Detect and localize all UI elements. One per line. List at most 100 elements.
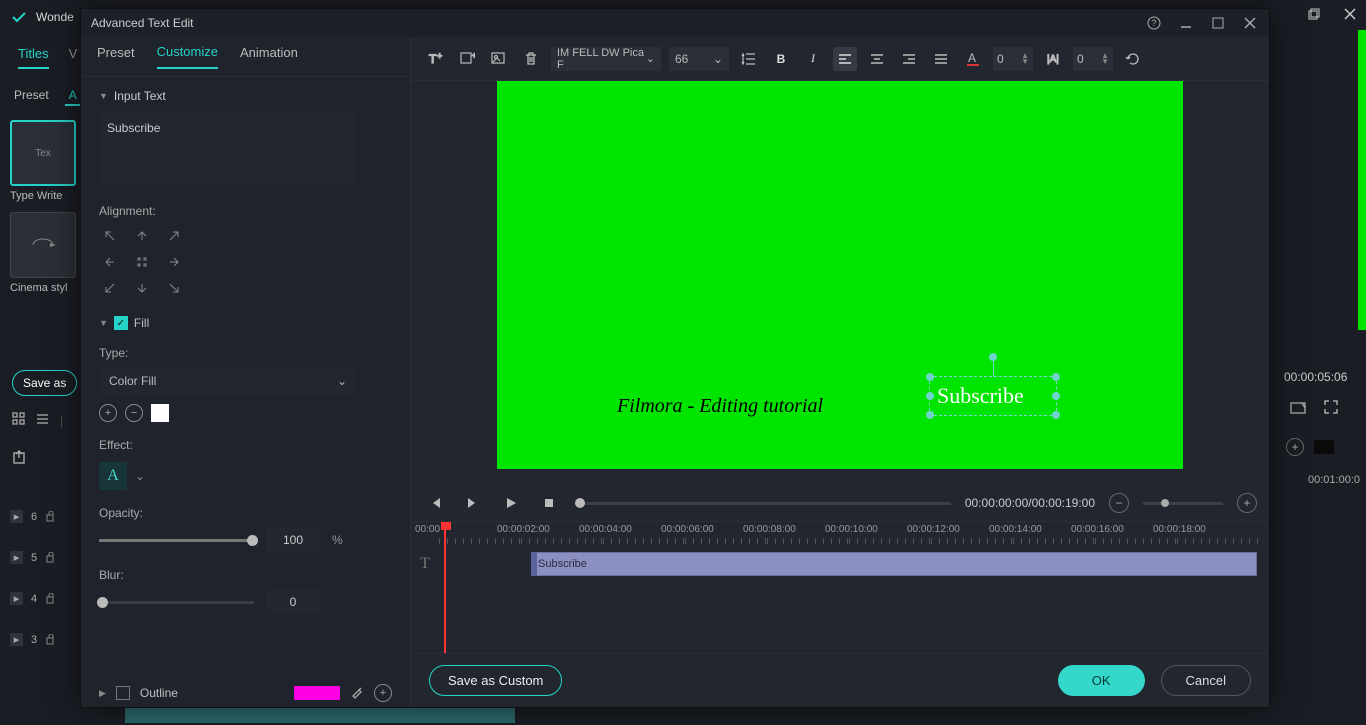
export-icon[interactable] — [12, 449, 28, 468]
save-as-custom-button-bg[interactable]: Save as — [12, 370, 77, 396]
opacity-slider[interactable] — [99, 539, 254, 542]
delete-icon[interactable] — [519, 47, 543, 71]
blur-slider[interactable] — [99, 601, 254, 604]
bold-icon[interactable]: B — [769, 47, 793, 71]
canvas-text-1[interactable]: Filmora - Editing tutorial — [617, 395, 823, 418]
scrub-bar[interactable] — [575, 502, 951, 505]
close-icon[interactable] — [1241, 14, 1259, 32]
thumb-cinema[interactable] — [10, 212, 76, 278]
input-text-area[interactable] — [99, 113, 357, 185]
eyedropper-icon[interactable] — [350, 685, 364, 702]
thumb-dark — [1314, 440, 1334, 454]
italic-icon[interactable]: I — [801, 47, 825, 71]
save-as-custom-button[interactable]: Save as Custom — [429, 665, 562, 696]
minimize-icon[interactable] — [1177, 14, 1195, 32]
step-forward-icon[interactable] — [461, 491, 485, 515]
letter-width-icon[interactable]: |A| — [1041, 47, 1065, 71]
subtab-a[interactable]: A — [65, 86, 81, 106]
opacity-label: Opacity: — [99, 506, 392, 520]
subtab-preset[interactable]: Preset — [10, 86, 53, 106]
thumb-typewriter[interactable]: Tex — [10, 120, 76, 186]
inspector-tab-preset[interactable]: Preset — [97, 45, 135, 68]
restore-window-icon[interactable] — [1304, 4, 1324, 24]
maximize-icon[interactable] — [1209, 14, 1227, 32]
outline-color-swatch[interactable] — [294, 686, 340, 700]
fill-type-select[interactable]: Color Fill ⌄ — [99, 368, 357, 394]
align-right-icon[interactable] — [897, 47, 921, 71]
align-l-icon[interactable] — [99, 252, 121, 272]
align-t-icon[interactable] — [131, 226, 153, 246]
timeline-clip-teal[interactable] — [125, 707, 515, 723]
effect-preset-chip[interactable]: A — [99, 462, 127, 490]
step-back-icon[interactable] — [423, 491, 447, 515]
add-outline-icon[interactable]: + — [374, 684, 392, 702]
stop-icon[interactable] — [537, 491, 561, 515]
char-spacing-spinner[interactable]: 0▲▼ — [993, 47, 1033, 71]
add-color-icon[interactable]: + — [99, 404, 117, 422]
align-b-icon[interactable] — [131, 278, 153, 298]
fullscreen-icon[interactable] — [1324, 400, 1338, 417]
align-tr-icon[interactable] — [163, 226, 185, 246]
text-color-icon[interactable]: A — [961, 47, 985, 71]
inspector-tab-animation[interactable]: Animation — [240, 45, 298, 68]
opacity-value[interactable]: 100 — [266, 528, 320, 552]
preview-strip — [1358, 30, 1366, 330]
opacity-unit: % — [332, 533, 343, 547]
track-3[interactable]: ▸3 — [10, 633, 56, 646]
play-icon[interactable] — [499, 491, 523, 515]
track-5[interactable]: ▸5 — [10, 551, 56, 564]
track-6[interactable]: ▸6 — [10, 510, 56, 523]
chevron-down-icon: ⌄ — [337, 374, 347, 388]
align-br-icon[interactable] — [163, 278, 185, 298]
font-size-select[interactable]: 66⌄ — [669, 47, 729, 71]
zoom-out-icon[interactable]: − — [1109, 493, 1129, 513]
help-icon[interactable]: ? — [1145, 14, 1163, 32]
text-track-icon: T — [415, 554, 435, 574]
track-4[interactable]: ▸4 — [10, 592, 56, 605]
rotation-spinner[interactable]: 0▲▼ — [1073, 47, 1113, 71]
list-view-icon[interactable] — [36, 412, 50, 429]
align-r-icon[interactable] — [163, 252, 185, 272]
dialog-title: Advanced Text Edit — [91, 16, 194, 30]
add-image-icon[interactable] — [487, 47, 511, 71]
chevron-down-icon[interactable]: ⌄ — [135, 469, 145, 483]
add-box-icon[interactable]: + — [455, 47, 479, 71]
clip-edge[interactable] — [531, 552, 537, 576]
close-window-icon[interactable] — [1340, 4, 1360, 24]
add-text-icon[interactable]: T+ — [423, 47, 447, 71]
snapshot-icon[interactable] — [1290, 400, 1306, 417]
line-spacing-icon[interactable] — [737, 47, 761, 71]
timecode-display: 00:00:05:06 — [1284, 370, 1347, 384]
playbar-time: 00:00:00:00/00:00:19:00 — [965, 496, 1095, 510]
remove-color-icon[interactable]: − — [125, 404, 143, 422]
align-bl-icon[interactable] — [99, 278, 121, 298]
outline-checkbox[interactable] — [116, 686, 130, 700]
tab-partial[interactable]: V — [69, 46, 78, 69]
color-swatch[interactable] — [151, 404, 169, 422]
align-justify-icon[interactable] — [929, 47, 953, 71]
align-tl-icon[interactable] — [99, 226, 121, 246]
grid-view-icon[interactable] — [12, 412, 26, 429]
cancel-button[interactable]: Cancel — [1161, 665, 1251, 696]
refresh-icon[interactable] — [1121, 47, 1145, 71]
font-select[interactable]: IM FELL DW Pica F⌄ — [551, 47, 661, 71]
zoom-slider[interactable] — [1143, 502, 1223, 505]
tab-titles[interactable]: Titles — [18, 46, 49, 69]
ok-button[interactable]: OK — [1058, 665, 1145, 696]
zoom-in-right-icon[interactable]: + — [1286, 438, 1304, 456]
mini-clip[interactable]: Subscribe — [531, 552, 1257, 576]
mini-ruler[interactable]: 00:00 00:00:02:00 00:00:04:00 00:00:06:0… — [439, 522, 1259, 546]
preview-canvas[interactable]: Filmora - Editing tutorial Subscribe — [497, 81, 1183, 469]
canvas-selected-text[interactable]: Subscribe — [937, 383, 1024, 409]
inspector-tab-customize[interactable]: Customize — [157, 44, 218, 69]
align-c-icon[interactable] — [131, 252, 153, 272]
svg-text:+: + — [472, 51, 475, 60]
align-left-icon[interactable] — [833, 47, 857, 71]
zoom-in-icon[interactable]: + — [1237, 493, 1257, 513]
fill-checkbox[interactable]: ✓ — [114, 316, 128, 330]
mini-playhead[interactable] — [444, 522, 446, 653]
duration-right: 00:01:00:0 — [1308, 474, 1360, 486]
section-input-text[interactable]: ▼Input Text — [99, 89, 392, 103]
blur-value[interactable]: 0 — [266, 590, 320, 614]
align-center-icon[interactable] — [865, 47, 889, 71]
